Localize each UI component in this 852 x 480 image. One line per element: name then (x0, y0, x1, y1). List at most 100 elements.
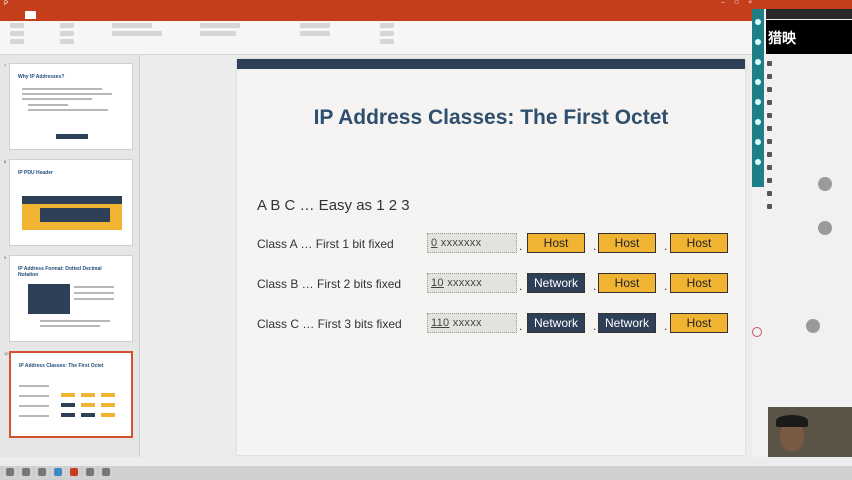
octet-segment[interactable]: Host (598, 233, 656, 253)
thumbnail-text-line (22, 98, 92, 100)
octet-segment[interactable]: Network (527, 273, 585, 293)
ribbon-tool[interactable] (300, 31, 330, 36)
ribbon-tool[interactable] (112, 31, 162, 36)
tab-9[interactable] (183, 12, 186, 18)
user-avatar[interactable] (818, 177, 832, 191)
class-label[interactable]: Class B … First 2 bits fixed (257, 277, 401, 291)
tab-5[interactable] (108, 12, 111, 18)
taskbar-app-icon[interactable] (86, 468, 94, 476)
ribbon-tool[interactable] (10, 23, 24, 28)
slide-thumbnail[interactable]: Why IP Addresses? (9, 63, 133, 150)
thumbnail-text-line (19, 415, 49, 417)
tab-3[interactable] (70, 12, 73, 18)
ribbon-tool[interactable] (200, 23, 240, 28)
toolbar-icon[interactable] (755, 59, 761, 65)
slide-thumbnail[interactable]: IP Address Format: Dotted Decimal Notati… (9, 255, 133, 342)
tab-6[interactable] (127, 12, 130, 18)
ribbon-group-clipboard (10, 23, 24, 44)
powerpoint-taskbar-icon[interactable] (70, 468, 78, 476)
octet-separator: . (593, 279, 597, 293)
ribbon-tool[interactable] (60, 23, 74, 28)
start-icon[interactable] (6, 468, 14, 476)
first-octet-bits[interactable]: 110 xxxxx (427, 313, 517, 333)
slide-thumbnail-selected[interactable]: IP Address Classes: The First Octet (9, 351, 133, 438)
browser-icon[interactable] (54, 468, 62, 476)
tab-2[interactable] (52, 12, 55, 18)
panel-icon[interactable] (767, 126, 772, 131)
thumbnail-text-line (22, 88, 102, 90)
panel-icon[interactable] (767, 100, 772, 105)
ribbon-group-drawing (300, 23, 330, 36)
window-controls: – □ × (722, 0, 752, 6)
thumbnail-number: 8 (4, 159, 7, 164)
ribbon-tool[interactable] (300, 23, 330, 28)
panel-icon[interactable] (767, 87, 772, 92)
toolbar-icon[interactable] (755, 99, 761, 105)
octet-segment[interactable]: Host (670, 233, 728, 253)
thumbnail-text-line (19, 385, 49, 387)
octet-segment[interactable]: Host (598, 273, 656, 293)
octet-segment[interactable]: Host (527, 233, 585, 253)
slide-thumbnail[interactable]: IP PDU Header (9, 159, 133, 246)
panel-icon[interactable] (767, 152, 772, 157)
tab-file[interactable] (6, 12, 9, 18)
variable-bits: xxxxxx (447, 277, 483, 289)
tab-home[interactable] (24, 11, 36, 19)
ribbon-tool[interactable] (10, 31, 24, 36)
class-label[interactable]: Class C … First 3 bits fixed (257, 317, 402, 331)
ribbon-tool[interactable] (380, 31, 394, 36)
panel-icon[interactable] (767, 165, 772, 170)
first-octet-bits[interactable]: 0 xxxxxxx (427, 233, 517, 253)
thumbnail-text-line (40, 325, 100, 327)
user-avatar[interactable] (806, 319, 820, 333)
octet-segment[interactable]: Host (670, 313, 728, 333)
first-octet-bits[interactable]: 10 xxxxxx (427, 273, 517, 293)
thumbnail-title: IP Address Format: Dotted Decimal Notati… (18, 266, 102, 278)
toolbar-icon[interactable] (755, 19, 761, 25)
panel-icon[interactable] (767, 74, 772, 79)
close-button[interactable]: × (748, 0, 752, 6)
slide-subtitle[interactable]: A B C … Easy as 1 2 3 (257, 197, 410, 214)
tab-8[interactable] (164, 12, 167, 18)
side-toolbar (752, 9, 764, 187)
ribbon-tool[interactable] (60, 31, 74, 36)
taskbar-app-icon[interactable] (22, 468, 30, 476)
taskbar-app-icon[interactable] (38, 468, 46, 476)
thumbnail-diagram (22, 196, 122, 204)
thumbnail-diagram (61, 393, 75, 397)
taskbar-app-icon[interactable] (102, 468, 110, 476)
user-avatar[interactable] (818, 221, 832, 235)
panel-icon[interactable] (767, 178, 772, 183)
toolbar-icon[interactable] (755, 79, 761, 85)
ribbon-tool[interactable] (60, 39, 74, 44)
octet-segment[interactable]: Network (598, 313, 656, 333)
panel-icon[interactable] (767, 61, 772, 66)
maximize-button[interactable]: □ (735, 0, 739, 6)
minimize-button[interactable]: – (722, 0, 725, 6)
class-label[interactable]: Class A … First 1 bit fixed (257, 237, 394, 251)
octet-separator: . (664, 319, 668, 333)
thumbnail-diagram (28, 284, 70, 314)
panel-icon[interactable] (767, 191, 772, 196)
ribbon-tool[interactable] (200, 31, 236, 36)
toolbar-icon[interactable] (755, 39, 761, 45)
octet-separator: . (519, 239, 523, 253)
ribbon-tool[interactable] (380, 39, 394, 44)
ribbon-tool[interactable] (112, 23, 152, 28)
octet-segment[interactable]: Host (670, 273, 728, 293)
tab-4[interactable] (89, 12, 92, 18)
slide-canvas[interactable]: IP Address Classes: The First Octet A B … (237, 59, 745, 455)
ribbon-tool[interactable] (380, 23, 394, 28)
toolbar-icon[interactable] (755, 159, 761, 165)
toolbar-icon[interactable] (755, 139, 761, 145)
toolbar-icon[interactable] (755, 119, 761, 125)
slide-title[interactable]: IP Address Classes: The First Octet (237, 106, 745, 130)
chat-side-panel: 猎映 (752, 9, 852, 465)
panel-icon[interactable] (767, 204, 772, 209)
panel-icon[interactable] (767, 113, 772, 118)
ribbon-tool[interactable] (10, 39, 24, 44)
octet-segment[interactable]: Network (527, 313, 585, 333)
tab-7[interactable] (145, 12, 148, 18)
powerpoint-app-icon[interactable]: P (4, 1, 8, 7)
panel-icon[interactable] (767, 139, 772, 144)
